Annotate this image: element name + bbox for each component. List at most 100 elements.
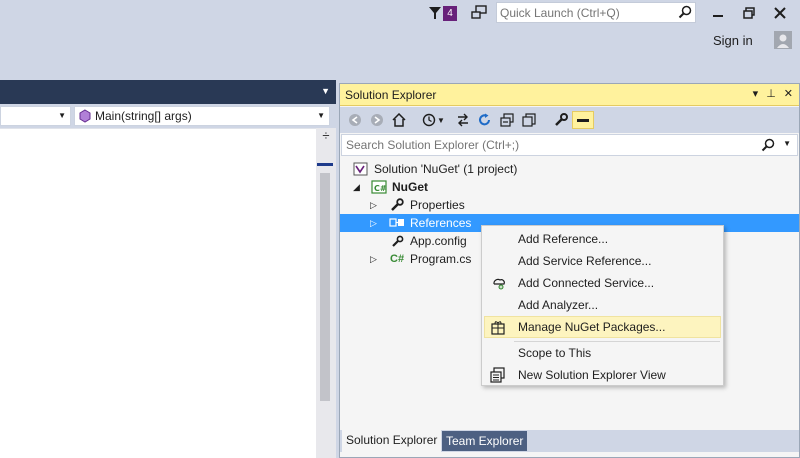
- home-button[interactable]: [390, 111, 408, 129]
- tree-node-solution[interactable]: Solution 'NuGet' (1 project): [340, 160, 799, 178]
- tree-node-project[interactable]: ◢ C# NuGet: [340, 178, 799, 196]
- split-window-button[interactable]: ÷: [317, 128, 335, 145]
- back-arrow-icon: [349, 114, 361, 126]
- solution-explorer-toolbar: ▼: [340, 107, 799, 133]
- editor-navigation-bar: ▼ Main(string[] args) ▼: [0, 104, 336, 128]
- menu-item-add-analyzer[interactable]: Add Analyzer...: [484, 294, 721, 316]
- tree-node-label: References: [410, 216, 472, 230]
- tree-node-label: NuGet: [392, 180, 428, 194]
- solution-explorer-title-bar[interactable]: Solution Explorer ▾ ⊥ ✕: [340, 84, 799, 106]
- wrench-icon: [391, 198, 404, 211]
- solution-icon: [353, 162, 368, 176]
- preview-icon: [577, 119, 589, 122]
- tree-node-label: Properties: [410, 198, 465, 212]
- back-button[interactable]: [346, 111, 364, 129]
- home-icon: [392, 113, 406, 127]
- collapsed-arrow-icon[interactable]: ▷: [370, 214, 380, 232]
- menu-item-label: Manage NuGet Packages...: [518, 320, 666, 334]
- menu-item-add-reference[interactable]: Add Reference...: [484, 228, 721, 250]
- search-icon: [761, 138, 775, 152]
- minimize-button[interactable]: [706, 2, 730, 24]
- pin-icon[interactable]: ⊥: [766, 87, 776, 100]
- tree-node-label: App.config: [410, 234, 467, 248]
- menu-item-label: Scope to This: [518, 346, 592, 360]
- preview-selected-items-button[interactable]: [572, 111, 594, 129]
- tab-team-explorer[interactable]: Team Explorer: [442, 431, 528, 451]
- quick-launch-input[interactable]: [500, 4, 675, 21]
- collapsed-arrow-icon[interactable]: ▷: [370, 196, 380, 214]
- quick-launch-box[interactable]: [496, 2, 696, 23]
- tab-solution-explorer[interactable]: Solution Explorer: [342, 430, 442, 452]
- filter-dropdown[interactable]: ▼: [436, 111, 446, 129]
- restore-button[interactable]: [737, 2, 761, 24]
- avatar[interactable]: [774, 31, 792, 49]
- csharp-file-icon: C#: [390, 253, 405, 265]
- menu-item-add-service-reference[interactable]: Add Service Reference...: [484, 250, 721, 272]
- tree-node-properties[interactable]: ▷ Properties: [340, 196, 799, 214]
- window-position-dropdown-icon[interactable]: ▾: [753, 87, 759, 100]
- editor-tab-strip: ▼: [0, 80, 336, 104]
- collapsed-arrow-icon[interactable]: ▷: [370, 250, 380, 268]
- scrollbar-thumb[interactable]: [320, 173, 330, 401]
- csharp-project-icon: C#: [371, 180, 387, 194]
- editor-vertical-scrollbar[interactable]: [316, 128, 336, 458]
- menu-item-label: Add Analyzer...: [518, 298, 599, 312]
- member-dropdown-label: Main(string[] args): [95, 109, 192, 123]
- sync-arrows-icon: [458, 113, 468, 127]
- connected-service-icon: [493, 278, 505, 290]
- scroll-position-marker: [317, 163, 333, 166]
- context-menu: Add Reference... Add Service Reference..…: [481, 225, 724, 386]
- restore-icon: [743, 7, 755, 19]
- notifications-button[interactable]: 4: [428, 4, 460, 22]
- search-options-dropdown-icon[interactable]: ▼: [783, 139, 791, 148]
- references-icon: [389, 218, 404, 227]
- user-avatar-icon: [777, 34, 789, 48]
- feedback-icon[interactable]: [470, 4, 488, 22]
- refresh-icon: [479, 113, 490, 126]
- search-icon: [678, 5, 692, 19]
- close-pane-icon[interactable]: ✕: [784, 87, 793, 100]
- notification-count-badge: 4: [443, 6, 457, 21]
- forward-button[interactable]: [368, 111, 386, 129]
- config-file-icon: [392, 235, 404, 247]
- member-dropdown[interactable]: Main(string[] args) ▼: [74, 106, 330, 126]
- menu-item-label: New Solution Explorer View: [518, 368, 666, 382]
- menu-item-scope-to-this[interactable]: Scope to This: [484, 342, 721, 364]
- method-icon: [79, 109, 91, 123]
- menu-item-manage-nuget-packages[interactable]: Manage NuGet Packages...: [484, 316, 721, 338]
- properties-button[interactable]: [552, 111, 570, 129]
- tree-node-label: Program.cs: [410, 252, 472, 266]
- show-all-files-button[interactable]: [520, 111, 538, 129]
- svg-text:C#: C#: [374, 184, 387, 193]
- notification-flag-icon: [429, 7, 441, 19]
- menu-item-new-solution-explorer-view[interactable]: New Solution Explorer View: [484, 364, 721, 386]
- new-view-icon: [490, 367, 505, 383]
- menu-item-label: Add Service Reference...: [518, 254, 652, 268]
- expanded-arrow-icon[interactable]: ◢: [353, 178, 363, 196]
- wrench-icon: [555, 113, 568, 126]
- collapse-all-icon: [500, 113, 514, 127]
- chevron-down-icon: ▼: [317, 111, 325, 120]
- menu-item-add-connected-service[interactable]: Add Connected Service...: [484, 272, 721, 294]
- solution-explorer-search-input[interactable]: [346, 137, 756, 153]
- code-editor[interactable]: [0, 128, 316, 458]
- refresh-button[interactable]: [476, 111, 494, 129]
- show-all-files-icon: [522, 113, 536, 127]
- close-window-button[interactable]: [768, 2, 792, 24]
- sign-in-link[interactable]: Sign in: [713, 33, 753, 48]
- minimize-icon: [713, 15, 723, 17]
- tab-list-dropdown-icon[interactable]: ▼: [321, 86, 330, 96]
- feedback-glyph-icon: [471, 5, 487, 19]
- type-dropdown[interactable]: ▼: [0, 106, 71, 126]
- close-icon: [774, 7, 786, 19]
- sync-with-active-document-button[interactable]: [454, 111, 472, 129]
- forward-arrow-icon: [371, 114, 383, 126]
- solution-explorer-title: Solution Explorer: [345, 88, 437, 102]
- menu-item-label: Add Connected Service...: [518, 276, 655, 290]
- nuget-package-icon: [491, 321, 505, 335]
- solution-explorer-search-box[interactable]: ▼: [341, 134, 798, 156]
- split-icon: ÷: [322, 128, 330, 143]
- menu-item-label: Add Reference...: [518, 232, 609, 246]
- collapse-all-button[interactable]: [498, 111, 516, 129]
- chevron-down-icon: ▼: [437, 115, 445, 125]
